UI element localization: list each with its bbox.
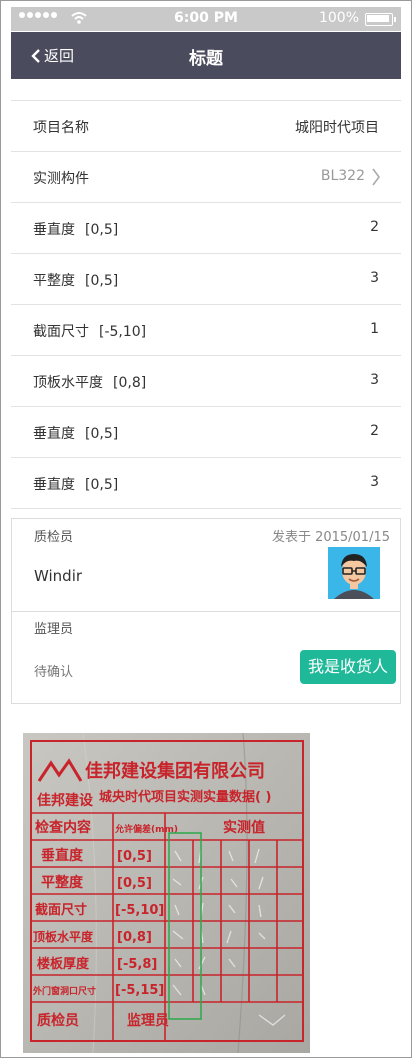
list-item: 截面尺寸 [-5,10] 1: [11, 305, 401, 356]
row-range: [-5,10]: [99, 324, 147, 340]
list-item: 垂直度 [0,5] 2: [11, 407, 401, 458]
photo-row-range: [0,5]: [117, 876, 152, 891]
inspector-label: 质检员: [34, 530, 74, 545]
row-range: [0,5]: [85, 273, 119, 289]
page-title: 标题: [189, 49, 223, 69]
battery-icon: [365, 13, 396, 26]
photo-footer-inspector: 质检员: [37, 1012, 79, 1029]
row-label: 项目名称: [33, 120, 89, 136]
nav-bar: 返回 标题: [11, 32, 401, 79]
row-label: 实测构件: [33, 171, 89, 187]
row-value: BL322: [320, 168, 365, 184]
photo-row-item: 截面尺寸: [35, 902, 87, 918]
photo-row-range: [0,8]: [117, 930, 152, 945]
row-value: 3: [370, 270, 379, 286]
photo-row-range: [-5,8]: [117, 957, 157, 972]
row-label: 垂直度: [33, 222, 75, 238]
card-divider: [12, 611, 400, 612]
chevron-right-icon: [372, 168, 380, 186]
photo-footer-supervisor: 监理员: [127, 1012, 169, 1029]
row-value: 2: [370, 423, 379, 439]
row-value: 3: [370, 474, 379, 490]
photo-company: 佳邦建设集团有限公司: [85, 760, 265, 782]
phone-frame: 6:00 PM 100% 返回 标题 项目名称 城阳时代项目 实测构件 BL32…: [0, 0, 412, 1058]
row-value: 城阳时代项目: [295, 120, 379, 136]
supervisor-label: 监理员: [34, 622, 74, 637]
row-range: [0,5]: [85, 426, 119, 442]
photo-project-line: 城央时代项目实测实量数据( ): [99, 789, 271, 805]
photo-header-item: 检查内容: [35, 819, 91, 836]
photo-row-item: 垂直度: [41, 847, 84, 864]
photo-row-item: 外门窗洞口尺寸: [32, 985, 96, 997]
photo-image: 佳邦建设集团有限公司 佳邦建设 城央时代项目实测实量数据( ) 检查内容 允许偏…: [23, 733, 310, 1053]
photo-row-range: [-5,10]: [115, 903, 164, 918]
list-item: 顶板水平度 [0,8] 3: [11, 356, 401, 407]
row-value: 1: [370, 321, 379, 337]
battery-percent: 100%: [318, 10, 359, 26]
row-range: [0,5]: [85, 477, 119, 493]
row-label: 垂直度: [33, 426, 75, 442]
review-card: 质检员 发表于 2015/01/15 Windir 监理员 待确认 我是收货人: [11, 518, 401, 704]
list-item: 垂直度 [0,5] 2: [11, 203, 401, 254]
photo-row-range: [0,5]: [117, 849, 152, 864]
row-range: [0,8]: [113, 375, 147, 391]
pending-status: 待确认: [34, 665, 74, 680]
row-label: 顶板水平度: [33, 375, 103, 391]
date-text: 2015/01/15: [315, 530, 390, 545]
measurement-list: 项目名称 城阳时代项目 实测构件 BL322 垂直度 [0,5] 2 平整度 [0,…: [11, 100, 401, 509]
row-label: 垂直度: [33, 477, 75, 493]
posted-prefix: 发表于: [272, 530, 312, 545]
photo-brand: 佳邦建设: [37, 792, 94, 809]
row-label: 截面尺寸: [33, 324, 89, 340]
avatar[interactable]: [328, 547, 380, 599]
receiver-button[interactable]: 我是收货人: [300, 650, 396, 684]
photo-row-item: 顶板水平度: [33, 929, 94, 944]
status-bar: 6:00 PM 100%: [11, 7, 401, 31]
photo-row-range: [-5,15]: [115, 983, 164, 998]
inspector-name: Windir: [34, 567, 83, 585]
inspection-photo[interactable]: 佳邦建设集团有限公司 佳邦建设 城央时代项目实测实量数据( ) 检查内容 允许偏…: [23, 733, 310, 1053]
posted-date: 发表于 2015/01/15: [272, 526, 390, 545]
photo-header-measured: 实测值: [223, 819, 265, 836]
list-item: 垂直度 [0,5] 3: [11, 458, 401, 509]
photo-row-item: 平整度: [41, 874, 84, 891]
avatar-image: [328, 547, 380, 599]
row-range: [0,5]: [85, 222, 119, 238]
row-value: 3: [370, 372, 379, 388]
photo-row-item: 楼板厚度: [37, 956, 90, 972]
list-item: 平整度 [0,5] 3: [11, 254, 401, 305]
row-label: 平整度: [33, 273, 75, 289]
list-item-component[interactable]: 实测构件 BL322: [11, 152, 401, 203]
list-item-project: 项目名称 城阳时代项目: [11, 101, 401, 152]
row-value: 2: [370, 219, 379, 235]
